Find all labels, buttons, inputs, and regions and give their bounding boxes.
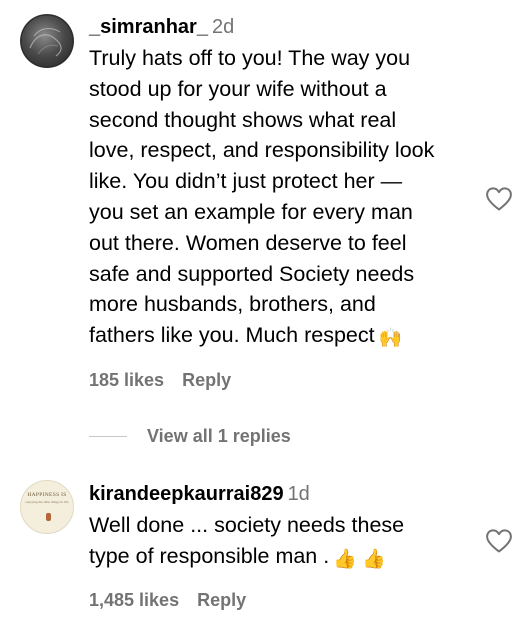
avatar-text: HAPPINESS IS (27, 492, 67, 498)
likes-count[interactable]: 185 likes (89, 370, 164, 391)
avatar[interactable]: HAPPINESS IS enjoying the little things … (20, 480, 74, 534)
comment-line-last: fathers like you. Much respect 🙌 (89, 320, 484, 351)
comment-meta: 1,485 likes Reply (89, 590, 246, 611)
comment-text: Well done ... society needs these type o… (89, 510, 484, 572)
comment-timestamp: 1d (287, 483, 310, 505)
comment-line: out there. Women deserve to feel (89, 230, 407, 255)
comment-line: love, respect, and responsibility look (89, 138, 435, 163)
comment-line: you set an example for every man (89, 199, 413, 224)
thumbs-up-emoji: 👍 👍 (333, 548, 386, 570)
replies-divider-line (89, 436, 127, 437)
heart-outline-icon[interactable] (485, 186, 513, 212)
comment-line: Truly hats off to you! The way you (89, 46, 411, 70)
comment-line: stood up for your wife without a (89, 76, 387, 101)
comment-line: more husbands, brothers, and (89, 292, 376, 317)
avatar-image (20, 14, 74, 68)
username-text[interactable]: kirandeepkaurrai829 (89, 483, 284, 505)
comment-line: like. You didn’t just protect her — (89, 169, 403, 194)
view-replies-label[interactable]: View all 1 replies (147, 426, 291, 447)
avatar-subtext: enjoying the little things in life (25, 500, 69, 504)
comment-line: type of responsible man . (89, 543, 330, 568)
likes-count[interactable]: 1,485 likes (89, 590, 179, 611)
comment-item: _simranhar_ 2d Truly hats off to you! The… (0, 0, 522, 470)
comment-text: Truly hats off to you! The way you stood… (89, 43, 484, 351)
comment-line: safe and supported Society needs (89, 261, 415, 286)
avatar[interactable] (20, 14, 74, 68)
comment-username[interactable]: kirandeepkaurrai829 1d (89, 483, 310, 506)
username-text[interactable]: _simranhar_ (89, 16, 208, 38)
heart-outline-icon[interactable] (485, 528, 513, 554)
comment-line-last: type of responsible man . 👍 👍 (89, 541, 484, 572)
comment-timestamp: 2d (211, 16, 235, 38)
comment-line: fathers like you. Much respect (89, 323, 375, 348)
comment-line: second thought shows what real (89, 107, 397, 132)
comment-username[interactable]: _simranhar_ 2d (89, 16, 234, 39)
raising-hands-emoji: 🙌 (378, 328, 403, 350)
reply-button[interactable]: Reply (182, 370, 231, 391)
comment-line: Well done ... society needs these (89, 513, 405, 537)
avatar-figure-icon (46, 513, 51, 521)
reply-button[interactable]: Reply (197, 590, 246, 611)
comment-meta: 185 likes Reply (89, 370, 231, 391)
